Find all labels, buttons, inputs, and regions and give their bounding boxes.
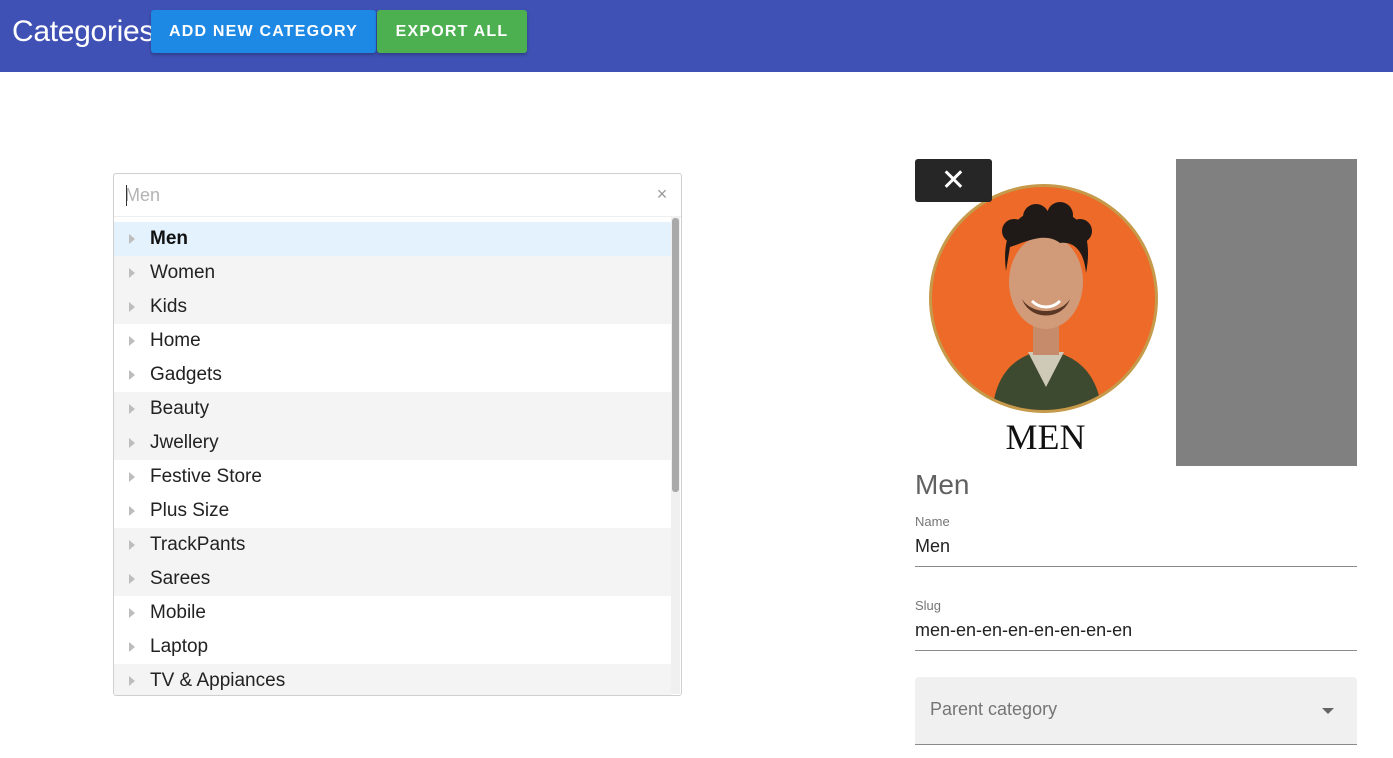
- tree-item-label: Sarees: [150, 568, 211, 589]
- expand-arrow-icon[interactable]: [129, 642, 135, 652]
- tree-item[interactable]: Women: [114, 256, 671, 290]
- expand-arrow-icon[interactable]: [129, 574, 135, 584]
- expand-arrow-icon[interactable]: [129, 404, 135, 414]
- expand-arrow-icon[interactable]: [129, 608, 135, 618]
- man-portrait-illustration: [992, 202, 1102, 410]
- close-icon[interactable]: ✕: [915, 159, 992, 202]
- expand-arrow-icon[interactable]: [129, 336, 135, 346]
- expand-arrow-icon[interactable]: [129, 506, 135, 516]
- expand-arrow-icon[interactable]: [129, 472, 135, 482]
- tree-scrollbar[interactable]: [671, 216, 680, 694]
- tree-item-label: Home: [150, 330, 201, 351]
- tree-search-bar: ×: [114, 174, 681, 217]
- tree-item-label: Kids: [150, 296, 187, 317]
- tree-item-label: Women: [150, 262, 216, 283]
- tree-item[interactable]: Beauty: [114, 392, 671, 426]
- tree-item-label: Beauty: [150, 398, 210, 419]
- text-cursor: [126, 185, 127, 206]
- tree-item[interactable]: TV & Appiances: [114, 664, 671, 695]
- category-image-area: MEN ✕: [915, 159, 1357, 466]
- tree-item[interactable]: Jwellery: [114, 426, 671, 460]
- slug-field[interactable]: men-en-en-en-en-en-en-en: [915, 620, 1132, 641]
- tree-item-label: Men: [150, 228, 188, 249]
- clear-search-icon[interactable]: ×: [653, 184, 671, 204]
- tree-item[interactable]: Festive Store: [114, 460, 671, 494]
- parent-category-select[interactable]: Parent category: [915, 677, 1357, 745]
- category-image-caption: MEN: [1005, 417, 1086, 457]
- tree-item[interactable]: TrackPants: [114, 528, 671, 562]
- expand-arrow-icon[interactable]: [129, 268, 135, 278]
- tree-item-label: Plus Size: [150, 500, 230, 521]
- tree-item[interactable]: Men: [114, 222, 671, 256]
- tree-item-label: TrackPants: [150, 534, 246, 555]
- tree-item-label: Laptop: [150, 636, 209, 657]
- tree-item[interactable]: Mobile: [114, 596, 671, 630]
- tree-item[interactable]: Plus Size: [114, 494, 671, 528]
- page-title: Categories: [12, 15, 155, 48]
- export-all-button[interactable]: EXPORT ALL: [377, 10, 527, 53]
- name-field-underline: [915, 566, 1357, 567]
- add-new-category-button[interactable]: ADD NEW CATEGORY: [151, 10, 376, 53]
- slug-field-label: Slug: [915, 598, 942, 613]
- tree-item-label: Mobile: [150, 602, 206, 623]
- tree-item[interactable]: Home: [114, 324, 671, 358]
- tree-search-input[interactable]: [125, 183, 635, 207]
- expand-arrow-icon[interactable]: [129, 302, 135, 312]
- image-placeholder-area: [1176, 159, 1357, 466]
- category-image: MEN: [915, 159, 1176, 466]
- tree-item[interactable]: Kids: [114, 290, 671, 324]
- expand-arrow-icon[interactable]: [129, 540, 135, 550]
- slug-field-underline: [915, 650, 1357, 651]
- category-image-photo: [929, 184, 1158, 413]
- tree-item[interactable]: Sarees: [114, 562, 671, 596]
- category-detail-title: Men: [915, 469, 970, 500]
- chevron-down-icon: [1322, 708, 1334, 714]
- tree-scrollbar-thumb[interactable]: [672, 218, 679, 492]
- expand-arrow-icon[interactable]: [129, 370, 135, 380]
- expand-arrow-icon[interactable]: [129, 676, 135, 686]
- category-tree-list: Men Women Kids Home Gadgets Beauty Jwellery Fes…: [114, 222, 671, 695]
- app-header: Categories ADD NEW CATEGORY EXPORT ALL: [0, 0, 1393, 72]
- parent-category-placeholder: Parent category: [930, 699, 1058, 719]
- tree-item[interactable]: Laptop: [114, 630, 671, 664]
- tree-item-label: TV & Appiances: [150, 670, 286, 691]
- tree-item[interactable]: Gadgets: [114, 358, 671, 392]
- tree-item-label: Gadgets: [150, 364, 222, 385]
- name-field-label: Name: [915, 514, 950, 529]
- tree-item-label: Jwellery: [150, 432, 219, 453]
- category-tree-panel: × Men Women Kids Home Gadgets Beauty Jwellery F…: [113, 173, 682, 696]
- expand-arrow-icon[interactable]: [129, 438, 135, 448]
- name-field[interactable]: Men: [915, 536, 950, 557]
- expand-arrow-icon[interactable]: [129, 234, 135, 244]
- tree-item-label: Festive Store: [150, 466, 262, 487]
